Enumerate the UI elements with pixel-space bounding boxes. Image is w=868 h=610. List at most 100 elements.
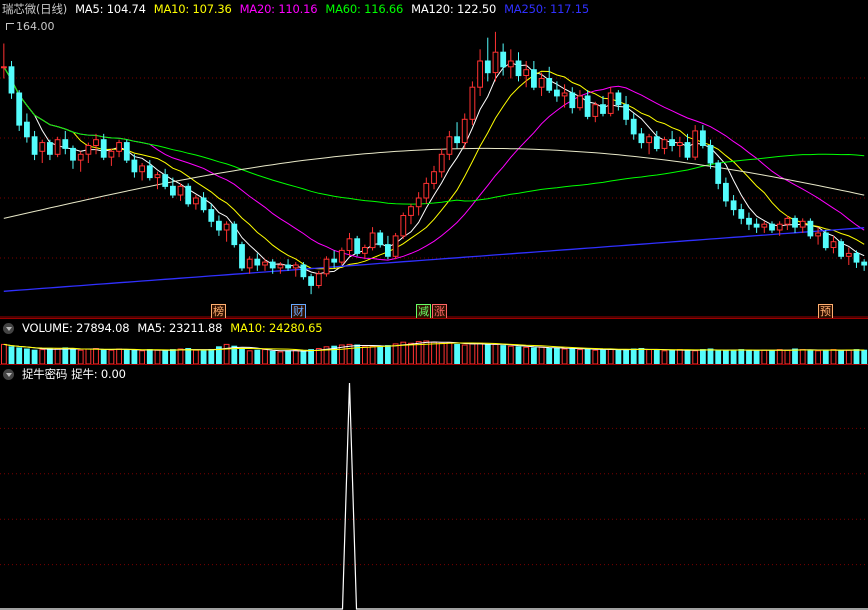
price-panel[interactable]: 164.00 榜 财 减涨 预 <box>0 18 868 319</box>
volume-bar <box>776 349 783 364</box>
volume-bar <box>830 349 837 364</box>
volume-bar <box>308 349 315 364</box>
volume-panel[interactable] <box>0 337 868 364</box>
volume-bar <box>369 345 376 364</box>
volume-bar <box>254 349 261 364</box>
volume-bar <box>8 346 15 364</box>
volume-bar <box>39 349 46 364</box>
volume-collapse-icon[interactable] <box>3 322 14 334</box>
candle-body <box>776 223 783 231</box>
candle-body <box>861 261 868 266</box>
volume-bar <box>507 345 514 364</box>
event-marker[interactable]: 预 <box>818 304 833 319</box>
indicator-collapse-icon[interactable] <box>3 368 14 380</box>
volume-bar <box>146 349 153 364</box>
volume-bar <box>285 350 292 364</box>
candle-body <box>1 66 7 69</box>
stock-title: 瑞芯微(日线) <box>2 2 68 16</box>
event-marker[interactable]: 财 <box>291 304 306 319</box>
candle-body <box>676 142 683 146</box>
event-marker[interactable]: 减 <box>416 304 431 319</box>
candle-body <box>554 89 560 97</box>
volume-bar <box>54 348 61 364</box>
candle-body <box>830 241 837 248</box>
candle-body <box>707 145 714 164</box>
candle-body <box>315 273 322 287</box>
volume-bar <box>469 343 476 364</box>
volume-bar <box>807 349 814 364</box>
volume-bar <box>861 349 868 364</box>
volume-bar <box>208 349 215 364</box>
volume-bar <box>707 348 714 364</box>
candle-body <box>446 136 453 155</box>
candle-body <box>193 197 199 205</box>
volume-bar <box>24 348 30 364</box>
volume-bar <box>408 342 414 364</box>
candle-body <box>162 174 169 187</box>
volume-bar <box>546 348 553 364</box>
volume-bar <box>692 350 699 364</box>
volume-bar <box>292 349 299 364</box>
volume-chart[interactable] <box>0 337 868 364</box>
candle-body <box>546 78 553 91</box>
volume-bar <box>607 348 614 364</box>
candle-body <box>338 249 345 263</box>
candle-body <box>431 171 437 184</box>
candle-body <box>70 147 76 161</box>
candle-body <box>170 185 176 196</box>
volume-bar <box>623 349 630 364</box>
candle-body <box>415 197 422 208</box>
candle-body <box>661 139 668 149</box>
volume-bar <box>531 347 537 364</box>
candle-body <box>653 136 660 150</box>
candle-body <box>377 232 384 246</box>
volume-bar <box>392 343 399 364</box>
event-marker[interactable]: 涨 <box>432 304 447 319</box>
volume-bar <box>377 346 384 364</box>
price-chart[interactable] <box>0 18 868 318</box>
volume-bar <box>853 349 860 364</box>
ma-legend-item: MA20: 110.16 <box>239 2 318 16</box>
candle-body <box>369 232 376 249</box>
candle-body <box>392 235 399 257</box>
volume-bar <box>761 349 768 364</box>
volume-bar <box>669 349 676 364</box>
candle-body <box>700 130 706 147</box>
candle-body <box>799 220 806 228</box>
candle-body <box>108 150 115 158</box>
indicator-chart[interactable] <box>0 383 868 610</box>
candle-body <box>692 130 699 158</box>
volume-bar <box>300 350 307 364</box>
candle-body <box>515 60 522 77</box>
candle-body <box>8 66 15 94</box>
candle-body <box>200 197 207 211</box>
candle-body <box>792 217 798 228</box>
volume-bar <box>515 346 522 364</box>
candle-body <box>507 60 514 68</box>
volume-bar <box>93 348 99 364</box>
volume-bar <box>730 349 737 364</box>
volume-bar <box>162 350 169 364</box>
ma-legend-item: MA250: 117.15 <box>504 2 589 16</box>
volume-bar <box>738 349 745 364</box>
volume-bar <box>193 349 199 364</box>
volume-bar <box>177 348 184 364</box>
volume-bar <box>85 348 92 364</box>
candle-body <box>738 209 745 219</box>
volume-bar <box>108 349 115 364</box>
volume-bar <box>131 349 138 364</box>
candle-body <box>346 238 353 252</box>
event-marker[interactable]: 榜 <box>211 304 226 319</box>
candle-body <box>331 258 338 263</box>
volume-bar <box>822 349 829 364</box>
indicator-name: 捉牛密码 <box>22 367 68 381</box>
volume-bar <box>454 343 461 364</box>
candle-body <box>116 142 122 152</box>
candle-body <box>838 241 845 257</box>
candle-body <box>607 92 614 114</box>
candle-body <box>815 232 822 237</box>
indicator-line <box>0 383 868 610</box>
volume-label: VOLUME: 27894.08 <box>22 321 130 335</box>
indicator-panel[interactable] <box>0 383 868 610</box>
volume-bar <box>753 350 760 364</box>
